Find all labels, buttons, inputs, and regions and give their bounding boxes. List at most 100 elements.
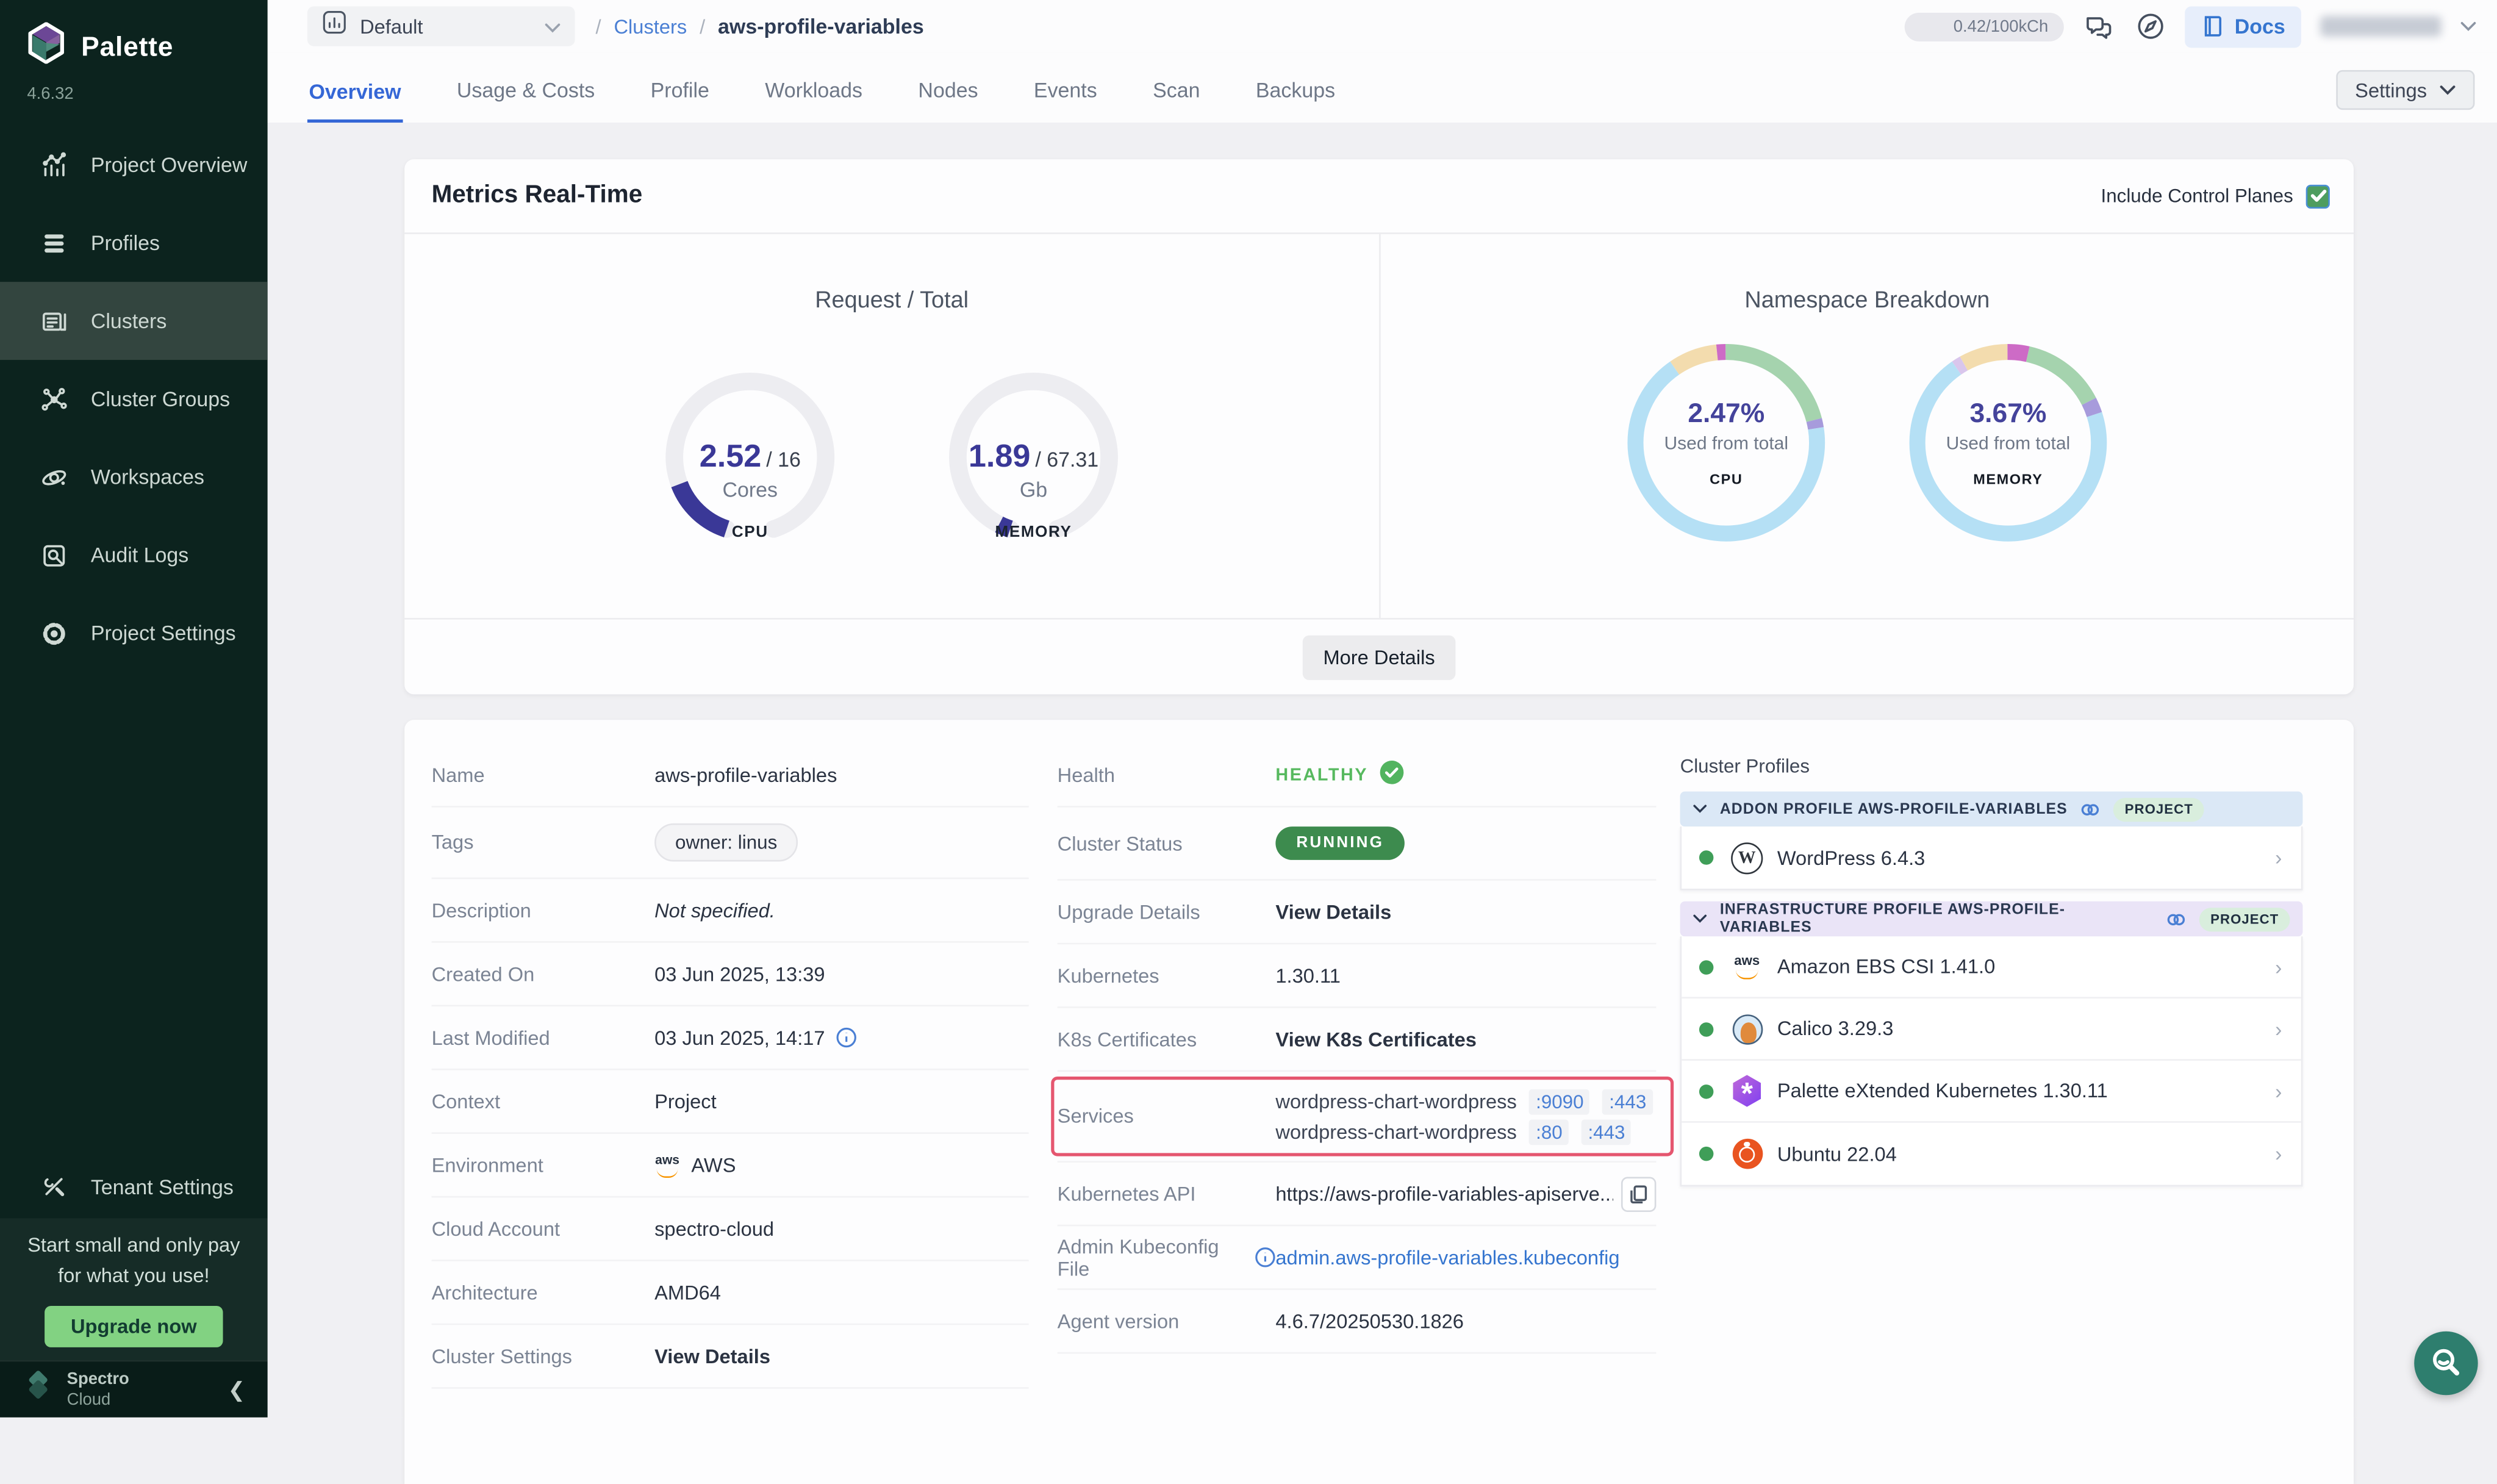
- row-label: Context: [432, 1090, 655, 1113]
- row-label: K8s Certificates: [1058, 1028, 1276, 1050]
- service-port-link[interactable]: :443: [1582, 1119, 1632, 1144]
- more-details-button[interactable]: More Details: [1303, 634, 1456, 679]
- detail-row-k8s-certificates: K8s Certificates View K8s Certificates: [1058, 1008, 1657, 1072]
- namespace-cpu-donut-chart: 2.47% Used from total CPU: [1619, 336, 1833, 550]
- chevron-right-icon: ›: [2275, 845, 2282, 869]
- cluster-settings-view-details-link[interactable]: View Details: [654, 1345, 770, 1368]
- palette-pxk-logo-icon: [1731, 1075, 1763, 1106]
- sidebar-item-audit-logs[interactable]: Audit Logs: [0, 516, 268, 594]
- upgrade-now-button[interactable]: Upgrade now: [45, 1305, 222, 1347]
- namespace-cpu-label: CPU: [1710, 471, 1743, 487]
- pack-name: Palette eXtended Kubernetes 1.30.11: [1777, 1080, 2108, 1102]
- sidebar-item-profiles[interactable]: Profiles: [0, 204, 268, 282]
- app-version: 4.6.32: [0, 71, 268, 103]
- tab-backups[interactable]: Backups: [1254, 78, 1336, 123]
- profile-pack-row-amazon-ebs-csi[interactable]: Amazon EBS CSI 1.41.0 ›: [1682, 936, 2301, 998]
- sidebar-item-project-overview[interactable]: Project Overview: [0, 126, 268, 204]
- collapse-sidebar-chevron-icon[interactable]: ❮: [228, 1377, 245, 1402]
- row-label: Upgrade Details: [1058, 901, 1276, 923]
- detail-row-kubernetes: Kubernetes 1.30.11: [1058, 944, 1657, 1008]
- project-overview-icon: [40, 151, 68, 179]
- sidebar-item-workspaces[interactable]: Workspaces: [0, 438, 268, 516]
- service-name: wordpress-chart-wordpress: [1275, 1090, 1516, 1113]
- request-total-section: Request / Total 2.52/ 16 Cores CPU: [404, 234, 1379, 618]
- cluster-details-card: Name aws-profile-variables Tags owner: l…: [404, 720, 2354, 1484]
- link-icon: [2166, 909, 2187, 930]
- infrastructure-profile-header[interactable]: INFRASTRUCTURE PROFILE AWS-PROFILE-VARIA…: [1680, 902, 2303, 936]
- created-on-value: 03 Jun 2025, 13:39: [654, 962, 825, 985]
- view-k8s-certificates-link[interactable]: View K8s Certificates: [1275, 1028, 1477, 1050]
- settings-button[interactable]: Settings: [2336, 70, 2475, 110]
- brand-name: Palette: [81, 31, 173, 63]
- sidebar-item-label: Project Overview: [91, 153, 248, 177]
- metrics-footer: More Details: [404, 618, 2354, 694]
- addon-profile-name: ADDON PROFILE AWS-PROFILE-VARIABLES: [1720, 800, 2068, 818]
- project-selector[interactable]: Default: [307, 6, 575, 46]
- project-selector-value: Default: [360, 15, 423, 38]
- memory-total-value: / 67.31: [1035, 448, 1098, 471]
- cluster-name-value: aws-profile-variables: [654, 764, 837, 786]
- sidebar-item-project-settings[interactable]: Project Settings: [0, 594, 268, 672]
- workspaces-icon: [40, 462, 68, 491]
- cluster-tabs: Overview Usage & Costs Profile Workloads…: [268, 52, 2497, 123]
- include-control-planes-checkbox[interactable]: [2306, 184, 2330, 208]
- tenant-settings-label: Tenant Settings: [91, 1175, 234, 1199]
- service-port-link[interactable]: :443: [1603, 1089, 1653, 1114]
- tab-overview[interactable]: Overview: [307, 79, 403, 123]
- help-search-button[interactable]: [2414, 1332, 2477, 1395]
- admin-kubeconfig-link[interactable]: admin.aws-profile-variables.kubeconfig: [1275, 1246, 1619, 1269]
- details-left-column: Name aws-profile-variables Tags owner: l…: [432, 744, 1029, 1388]
- sidebar-item-label: Audit Logs: [91, 543, 188, 567]
- row-label: Cloud Account: [432, 1217, 655, 1240]
- kubernetes-api-value: https://aws-profile-variables-apiserve..…: [1275, 1183, 1613, 1205]
- detail-row-cloud-account: Cloud Account spectro-cloud: [432, 1197, 1029, 1261]
- copy-icon[interactable]: [1621, 1176, 1656, 1211]
- user-menu-chevron-icon[interactable]: [2460, 16, 2476, 35]
- memory-unit: Gb: [939, 478, 1127, 501]
- profile-pack-row-ubuntu[interactable]: Ubuntu 22.04 ›: [1682, 1123, 2301, 1185]
- user-name-redacted[interactable]: [2320, 16, 2441, 37]
- breadcrumb-current: aws-profile-variables: [718, 14, 924, 38]
- tab-nodes[interactable]: Nodes: [917, 78, 980, 123]
- chat-icon[interactable]: [2083, 10, 2115, 42]
- addon-profile-header[interactable]: ADDON PROFILE AWS-PROFILE-VARIABLES PROJ…: [1680, 792, 2303, 826]
- include-control-planes-label: Include Control Planes: [2101, 185, 2293, 207]
- sidebar-item-label: Profiles: [91, 231, 160, 255]
- tab-scan[interactable]: Scan: [1151, 78, 1202, 123]
- row-label: Cluster Settings: [432, 1345, 655, 1368]
- cluster-status-badge: RUNNING: [1275, 826, 1405, 860]
- upgrade-view-details-link[interactable]: View Details: [1275, 901, 1391, 923]
- cpu-total-value: / 16: [766, 448, 801, 471]
- tab-profile[interactable]: Profile: [649, 78, 711, 123]
- request-total-title: Request / Total: [404, 289, 1379, 314]
- detail-row-tags: Tags owner: linus: [432, 808, 1029, 879]
- info-icon[interactable]: [1255, 1247, 1275, 1267]
- docs-label: Docs: [2235, 14, 2285, 38]
- row-label: Cluster Status: [1058, 832, 1276, 855]
- breadcrumb-clusters-link[interactable]: Clusters: [614, 15, 687, 38]
- tab-usage-costs[interactable]: Usage & Costs: [455, 78, 596, 123]
- pack-name: Ubuntu 22.04: [1777, 1142, 1897, 1165]
- row-label: Agent version: [1058, 1310, 1276, 1333]
- sidebar-item-cluster-groups[interactable]: Cluster Groups: [0, 360, 268, 438]
- tab-workloads[interactable]: Workloads: [764, 78, 864, 123]
- docs-button[interactable]: Docs: [2185, 5, 2301, 47]
- cpu-request-value: 2.52: [700, 440, 762, 475]
- profile-pack-row-calico[interactable]: Calico 3.29.3 ›: [1682, 998, 2301, 1061]
- compass-icon[interactable]: [2134, 10, 2166, 42]
- usage-badge: 0.42/100kCh: [1905, 12, 2064, 41]
- sidebar-item-tenant-settings[interactable]: Tenant Settings: [0, 1164, 268, 1209]
- tab-events[interactable]: Events: [1032, 78, 1098, 123]
- service-port-link[interactable]: :9090: [1530, 1089, 1590, 1114]
- profile-pack-row-palette-extended-kubernetes[interactable]: Palette eXtended Kubernetes 1.30.11 ›: [1682, 1061, 2301, 1123]
- detail-row-agent-version: Agent version 4.6.7/20250530.1826: [1058, 1290, 1657, 1353]
- info-icon[interactable]: [836, 1027, 857, 1048]
- detail-row-description: Description Not specified.: [432, 879, 1029, 942]
- chevron-right-icon: ›: [2275, 1079, 2282, 1103]
- profile-pack-row-wordpress[interactable]: WordPress 6.4.3 ›: [1682, 826, 2301, 889]
- service-port-link[interactable]: :80: [1530, 1119, 1569, 1144]
- last-modified-value: 03 Jun 2025, 14:17: [654, 1027, 825, 1049]
- settings-button-label: Settings: [2355, 79, 2427, 101]
- sidebar-item-clusters[interactable]: Clusters: [0, 282, 268, 360]
- pack-status-dot: [1699, 959, 1713, 973]
